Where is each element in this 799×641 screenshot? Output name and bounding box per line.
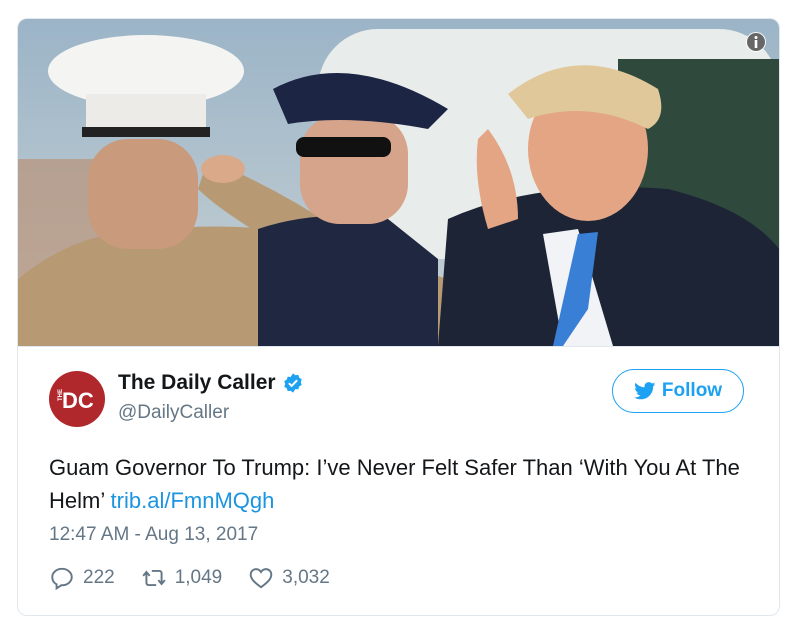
tweet-link[interactable]: trib.al/FmnMQgh — [111, 488, 275, 513]
avatar[interactable]: THE DC — [49, 371, 105, 427]
like-button[interactable]: 3,032 — [248, 565, 330, 591]
tweet-text: Guam Governor To Trump: I’ve Never Felt … — [49, 451, 749, 517]
follow-button[interactable]: Follow — [612, 369, 744, 413]
info-icon[interactable] — [745, 31, 767, 53]
reply-button[interactable]: 222 — [49, 565, 115, 591]
tweet-actions: 222 1,049 3,032 — [49, 565, 356, 591]
reply-icon — [51, 567, 73, 591]
account-name[interactable]: The Daily Caller — [118, 371, 304, 395]
retweet-button[interactable]: 1,049 — [141, 565, 223, 591]
twitter-bird-icon — [634, 382, 656, 400]
tweet-timestamp[interactable]: 12:47 AM - Aug 13, 2017 — [49, 524, 258, 546]
account-handle[interactable]: @DailyCaller — [118, 402, 229, 424]
photo-illustration — [18, 19, 779, 346]
tweet-photo[interactable] — [18, 19, 779, 347]
retweet-count: 1,049 — [174, 567, 223, 588]
reply-count: 222 — [83, 567, 115, 588]
account-name-text: The Daily Caller — [118, 371, 276, 394]
like-icon — [249, 568, 273, 589]
follow-label: Follow — [661, 380, 723, 401]
tweet-card[interactable]: THE DC The Daily Caller @DailyCaller Fol… — [17, 18, 780, 616]
avatar-letters: DC — [62, 388, 94, 413]
retweet-icon — [142, 569, 166, 587]
like-count: 3,032 — [282, 567, 330, 588]
verified-icon — [283, 373, 302, 393]
